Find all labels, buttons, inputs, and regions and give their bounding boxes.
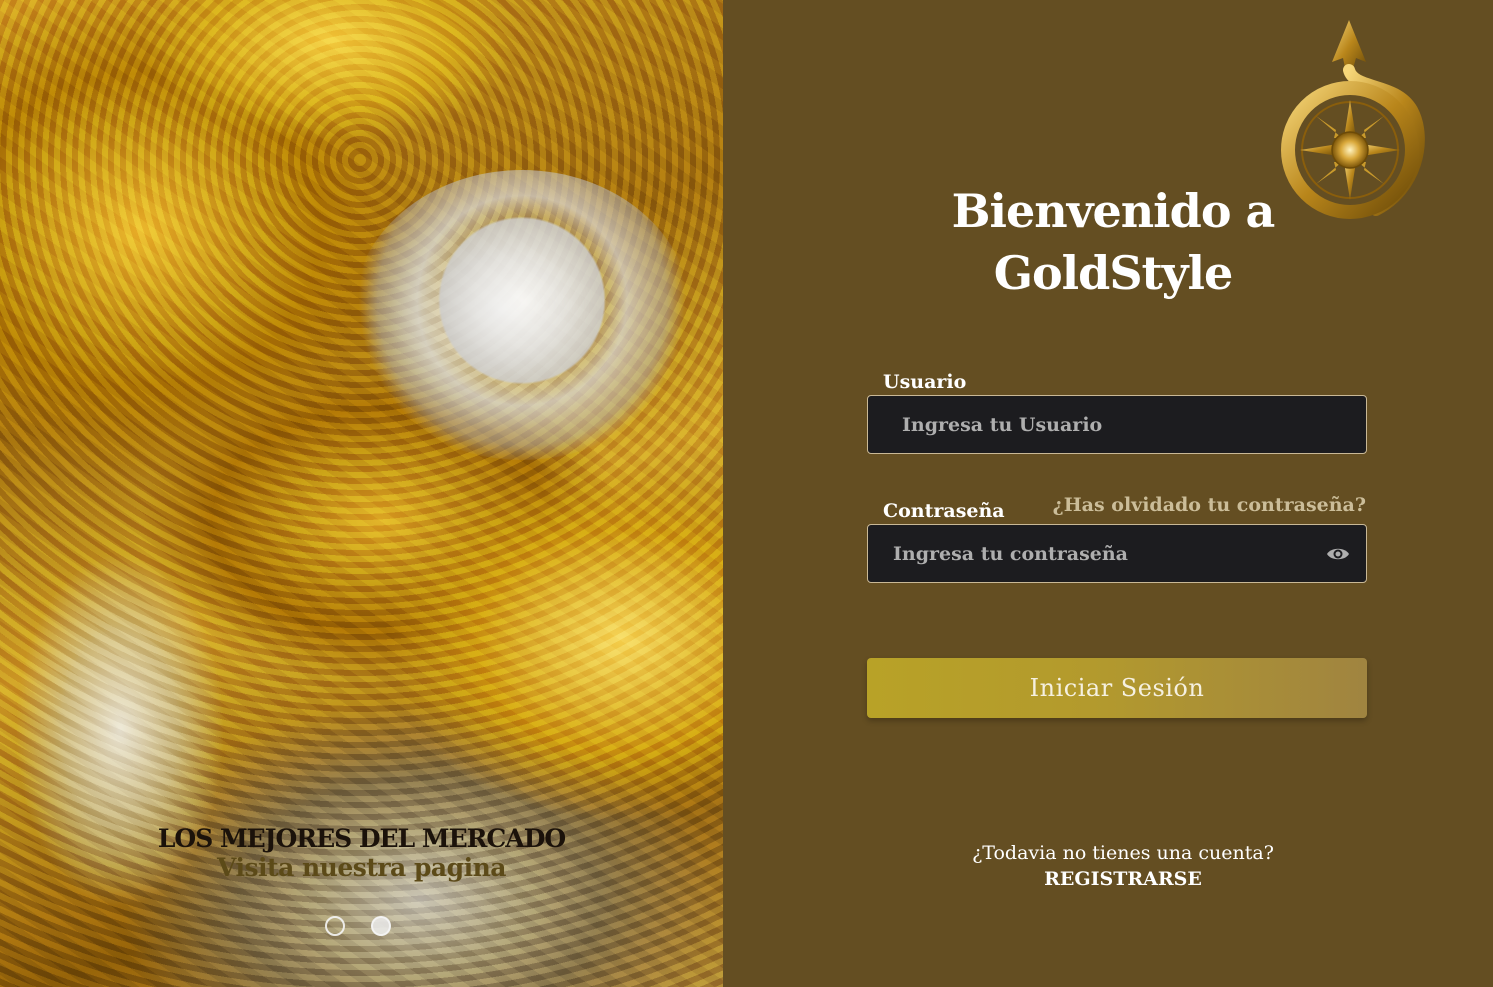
hero-subtitle: Visita nuestra pagina: [217, 853, 506, 882]
welcome-line-1: Bienvenido a: [951, 184, 1276, 238]
password-label: Contraseña: [883, 500, 1005, 522]
register-link[interactable]: REGISTRARSE: [923, 868, 1323, 890]
no-account-text: ¿Todavia no tienes una cuenta?: [972, 842, 1274, 864]
username-label: Usuario: [883, 371, 967, 393]
eye-icon[interactable]: [1326, 543, 1350, 565]
login-panel: Bienvenido a GoldStyle Usuario Contraseñ…: [723, 0, 1493, 987]
hero-caption: LOS MEJORES DEL MERCADO Visita nuestra p…: [0, 824, 723, 882]
forgot-password-link[interactable]: ¿Has olvidado tu contraseña?: [1053, 494, 1366, 516]
welcome-line-2: GoldStyle: [993, 246, 1234, 300]
login-page: LOS MEJORES DEL MERCADO Visita nuestra p…: [0, 0, 1493, 987]
carousel-indicators: [325, 916, 391, 936]
carousel-dot-2[interactable]: [371, 916, 391, 936]
username-input[interactable]: [900, 396, 1324, 453]
hero-image-panel: LOS MEJORES DEL MERCADO Visita nuestra p…: [0, 0, 723, 987]
welcome-heading: Bienvenido a GoldStyle: [923, 180, 1303, 304]
password-input[interactable]: [891, 525, 1315, 582]
carousel-dot-1[interactable]: [325, 916, 345, 936]
hero-title: LOS MEJORES DEL MERCADO: [157, 824, 566, 853]
diamond-ring-image: [352, 170, 692, 460]
username-field-container: [867, 395, 1367, 454]
password-field-container: [867, 524, 1367, 583]
login-button[interactable]: Iniciar Sesión: [867, 658, 1367, 718]
